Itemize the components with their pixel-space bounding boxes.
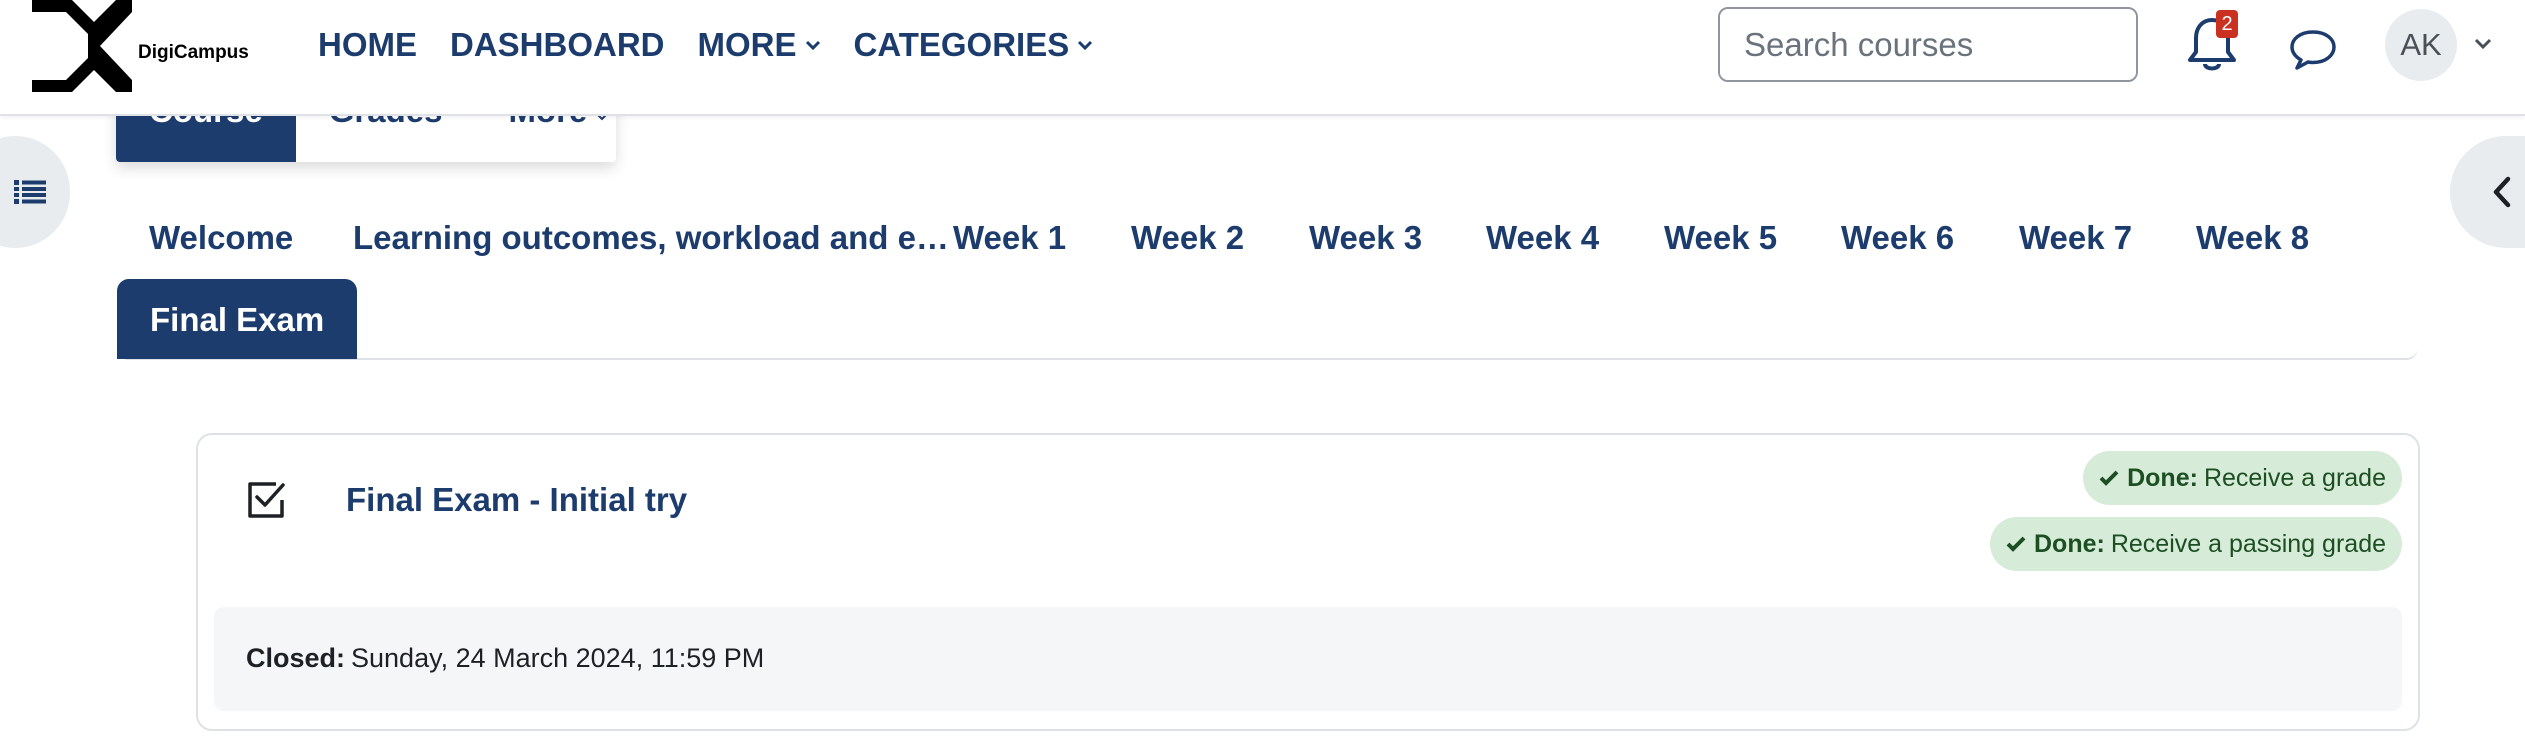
tab-week-5[interactable]: Week 5 — [1664, 219, 1777, 257]
checkbox-checked-icon — [248, 482, 285, 518]
notification-count-badge: 2 — [2216, 10, 2238, 38]
completion-badge: Done: Receive a grade — [2083, 451, 2402, 505]
activity-dates: Closed: Sunday, 24 March 2024, 11:59 PM — [214, 607, 2402, 711]
course-index-toggle[interactable] — [0, 136, 70, 248]
primary-nav: HOME DASHBOARD MORE CATEGORIES — [318, 22, 1126, 68]
digicampus-logo[interactable] — [32, 0, 132, 92]
dates-value: Sunday, 24 March 2024, 11:59 PM — [351, 643, 765, 673]
tab-week-6[interactable]: Week 6 — [1841, 219, 1954, 257]
block-drawer-toggle[interactable] — [2450, 136, 2525, 248]
search-input[interactable] — [1720, 9, 2136, 80]
brand-name: DigiCampus — [138, 42, 249, 63]
tab-welcome[interactable]: Welcome — [149, 219, 293, 257]
tab-week-3[interactable]: Week 3 — [1309, 219, 1422, 257]
section-tabs: Welcome Learning outcomes, workload and … — [116, 199, 2418, 360]
tab-week-2[interactable]: Week 2 — [1131, 219, 1244, 257]
nav-home[interactable]: HOME — [318, 22, 417, 68]
chevron-left-icon — [2493, 176, 2511, 208]
chevron-down-icon — [1078, 40, 1093, 51]
tab-week-1[interactable]: Week 1 — [953, 219, 1066, 257]
activity-title-link[interactable]: Final Exam - Initial try — [346, 481, 687, 519]
search-box — [1718, 7, 2138, 82]
check-icon — [2006, 536, 2026, 552]
nav-more[interactable]: MORE — [698, 22, 821, 68]
nav-categories[interactable]: CATEGORIES — [854, 22, 1094, 68]
user-avatar[interactable]: AK — [2385, 9, 2457, 81]
tab-week-7[interactable]: Week 7 — [2019, 219, 2132, 257]
list-icon — [14, 180, 46, 204]
chevron-down-icon — [805, 40, 820, 51]
chevron-down-icon[interactable] — [2474, 38, 2492, 50]
tab-final-exam[interactable]: Final Exam — [117, 279, 358, 359]
completion-badge: Done: Receive a passing grade — [1990, 517, 2402, 571]
top-navbar: DigiCampus HOME DASHBOARD MORE CATEGORIE… — [0, 0, 2525, 116]
dates-label: Closed: — [246, 643, 346, 673]
check-icon — [2099, 470, 2119, 486]
tab-week-4[interactable]: Week 4 — [1486, 219, 1599, 257]
chat-icon[interactable] — [2288, 28, 2338, 72]
activity-card: Final Exam - Initial try Done: Receive a … — [196, 433, 2420, 731]
nav-dashboard[interactable]: DASHBOARD — [450, 22, 665, 68]
tab-week-8[interactable]: Week 8 — [2196, 219, 2309, 257]
tab-learning-outcomes[interactable]: Learning outcomes, workload and e… — [353, 219, 949, 257]
